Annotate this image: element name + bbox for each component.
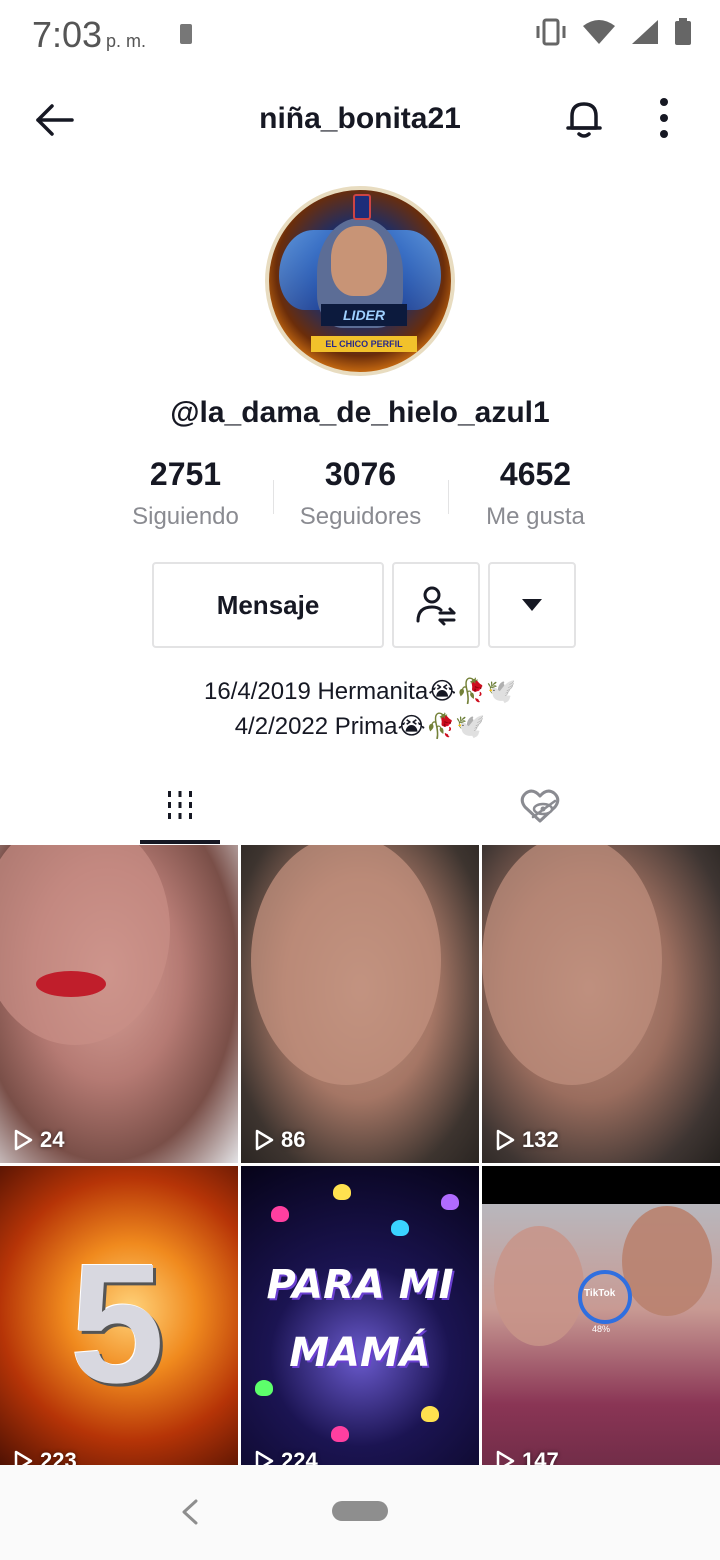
thumbnail-progress: 48% [592,1324,611,1334]
video-thumbnail[interactable]: 5 223 [0,1166,238,1465]
liked-hidden-icon [520,789,560,823]
thumbnail-watermark: TikTok [584,1288,616,1299]
avatar-caption-top: LIDER [321,304,407,326]
stat-following[interactable]: 2751 Siguiendo [98,456,273,531]
thumbnail-number: 5 [70,1229,165,1419]
profile-header: niña_bonita21 [0,80,720,160]
avatar-badge-icon [353,194,371,220]
play-icon [496,1450,515,1465]
view-count-value: 86 [281,1127,306,1152]
view-count: 223 [12,1448,77,1465]
avatar-face [331,226,387,296]
video-thumbnail[interactable]: 24 [0,845,238,1163]
more-vertical-icon [660,98,668,138]
heart-icon [333,1184,351,1200]
bio-line: 16/4/2019 Hermanita😭🥀🕊️ [204,678,516,705]
play-icon [14,1129,33,1151]
system-home-pill[interactable] [332,1501,388,1521]
wifi-icon [583,20,615,44]
tab-videos[interactable] [140,770,220,844]
view-count: 147 [494,1448,559,1465]
heart-icon [255,1380,273,1396]
grid-videos-icon [168,791,192,819]
view-count-value: 224 [281,1448,318,1465]
view-count: 224 [253,1448,318,1465]
avatar[interactable]: LIDER EL CHICO PERFIL [265,186,455,376]
thumbnail-face [0,845,170,1045]
view-count: 132 [494,1127,559,1153]
thumbnail-face [494,1226,584,1346]
video-thumbnail[interactable]: PARA MI MAMÁ 224 [241,1166,479,1465]
stat-value: 3076 [324,456,397,492]
bio-line: 4/2/2022 Prima😭🥀🕊️ [234,713,486,740]
signal-icon [632,20,658,44]
system-nav-bar [0,1465,720,1560]
thumbnail-lips [36,971,106,997]
play-icon [255,1450,274,1465]
caret-down-icon [522,599,542,611]
video-thumbnail[interactable]: TikTok 48% 147 [482,1166,720,1465]
profile-bio: 16/4/2019 Hermanita😭🥀🕊️ 4/2/2022 Prima😭🥀… [0,674,720,744]
stat-likes[interactable]: 4652 Me gusta [448,456,623,531]
heart-icon [441,1194,459,1210]
heart-icon [331,1426,349,1442]
tab-liked[interactable] [500,770,580,844]
stat-followers[interactable]: 3076 Seguidores [273,456,448,531]
stat-value: 2751 [149,456,222,492]
avatar-caption-bottom: EL CHICO PERFIL [311,336,417,352]
follow-status-button[interactable] [392,562,480,648]
video-grid: 24 86 132 5 223 PARA MI MAMÁ 224 TikTok … [0,845,720,1465]
heart-icon [391,1220,409,1236]
notifications-button[interactable] [560,94,608,142]
profile-handle: @la_dama_de_hielo_azul1 [170,396,550,429]
heart-icon [271,1206,289,1222]
battery-saver-icon [180,24,192,44]
view-count: 86 [253,1127,305,1153]
profile-stats: 2751 Siguiendo 3076 Seguidores 4652 Me g… [98,456,623,536]
page-title: niña_bonita21 [259,102,461,135]
stat-label: Me gusta [486,503,585,530]
message-button[interactable]: Mensaje [152,562,384,648]
thumbnail-face [251,845,441,1085]
content-tabs [0,770,720,844]
status-ampm: p. m. [106,31,147,51]
vibrate-icon [536,18,566,46]
status-time: 7:03 [32,14,103,55]
stat-label: Seguidores [299,503,422,530]
battery-icon [675,18,691,45]
thumbnail-subtitle: MAMÁ [289,1330,431,1376]
status-bar: 7:03 p. m. [0,0,720,70]
play-icon [255,1129,274,1151]
stat-label: Siguiendo [132,503,239,530]
view-count-value: 132 [522,1127,559,1152]
bell-icon [566,102,602,138]
video-thumbnail[interactable]: 132 [482,845,720,1163]
follow-swap-icon [416,586,456,626]
view-count-value: 24 [40,1127,65,1152]
thumbnail-face [622,1206,712,1316]
status-icons [534,18,692,46]
system-back-button[interactable] [176,1495,204,1529]
stat-value: 4652 [499,456,572,492]
play-icon [14,1450,33,1465]
view-count-value: 147 [522,1448,559,1465]
view-count: 24 [12,1127,64,1153]
thumbnail-face [482,845,662,1085]
chevron-left-icon [182,1499,198,1525]
video-thumbnail[interactable]: 86 [241,845,479,1163]
play-icon [496,1129,515,1151]
more-options-button[interactable] [648,94,680,142]
suggested-accounts-button[interactable] [488,562,576,648]
view-count-value: 223 [40,1448,77,1465]
thumbnail-title: PARA MI [266,1262,454,1308]
heart-icon [421,1406,439,1422]
